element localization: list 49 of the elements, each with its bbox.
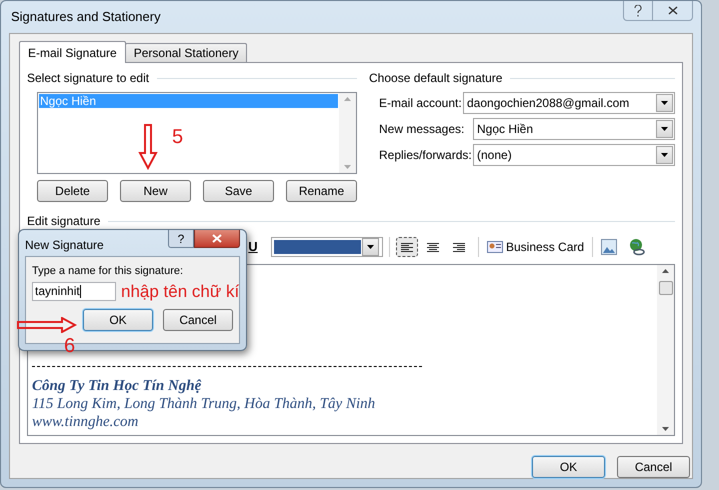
field-label: Replies/forwards: — [379, 147, 473, 164]
color-dropdown[interactable] — [271, 237, 383, 257]
signature-line: Công Ty Tin Học Tín Nghệ — [32, 377, 202, 395]
name-input-field[interactable]: tayninhit — [32, 282, 116, 300]
scrollbar[interactable] — [657, 265, 674, 435]
tab[interactable]: Personal Stationery — [124, 43, 248, 62]
scrollbar-thumb[interactable] — [658, 281, 672, 295]
dropdown-value: daongochien2088@gmail.com — [466, 95, 630, 112]
dialog-button[interactable]: Rename — [286, 180, 357, 202]
dropdown-value: (none) — [476, 147, 513, 164]
group-heading: Choose default signature — [369, 70, 502, 87]
hyperlink-globe-icon[interactable] — [627, 238, 648, 256]
group-heading: Select signature to edit — [27, 70, 150, 87]
down-arrow-annotation — [138, 124, 158, 170]
dropdown[interactable]: daongochien2088@gmail.com — [463, 92, 675, 114]
scroll-down-icon[interactable] — [662, 427, 669, 431]
dropdown-value: Ngọc Hiền — [476, 121, 534, 138]
help-button[interactable]: ? — [168, 230, 194, 248]
signature-line: 115 Long Kim, Long Thành Trung, Hòa Thành, Tây Ninh — [32, 395, 376, 413]
field-label: E-mail account: — [379, 95, 463, 112]
scroll-up-icon[interactable] — [662, 269, 669, 273]
dropdown[interactable]: Ngọc Hiền — [473, 118, 675, 140]
business-card-button[interactable]: Business Card — [487, 238, 584, 256]
align-icon[interactable] — [396, 237, 418, 257]
tab[interactable]: E-mail Signature — [19, 41, 126, 63]
text-cursor — [80, 284, 81, 298]
dialog-button[interactable]: Cancel — [163, 308, 233, 330]
window-title: Signatures and Stationery — [11, 8, 161, 26]
dropdown[interactable]: (none) — [473, 144, 675, 166]
dialog-button[interactable]: Cancel — [617, 456, 690, 478]
annotation-text: 5 — [172, 127, 184, 147]
dialog-button[interactable]: OK — [532, 456, 605, 478]
underline-button[interactable]: U — [245, 237, 261, 257]
prompt-label: Type a name for this signature: — [32, 264, 184, 279]
signature-line: www.tinnghe.com — [32, 413, 140, 431]
close-icon[interactable] — [194, 230, 240, 248]
dialog-button[interactable]: New — [120, 180, 191, 202]
picture-icon[interactable] — [601, 239, 618, 255]
contact-card-icon — [487, 241, 503, 253]
right-arrow-annotation — [17, 317, 77, 333]
dialog-button[interactable]: Save — [203, 180, 274, 202]
dialog-button[interactable]: Delete — [37, 180, 108, 202]
input-value: tayninhit — [35, 283, 80, 300]
dialog-title: New Signature — [25, 237, 104, 254]
annotation-text: 6 — [64, 336, 76, 356]
field-label: New messages: — [379, 121, 466, 138]
dialog-button[interactable]: OK — [83, 308, 153, 330]
annotation-text: nhập tên chữ kí — [121, 283, 240, 300]
group-heading: Edit signature — [27, 213, 100, 230]
